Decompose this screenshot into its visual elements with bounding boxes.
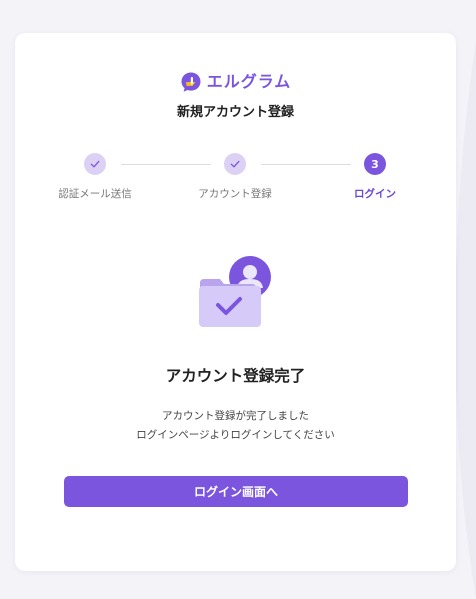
completion-message-line-1: アカウント登録が完了しました [162,410,309,422]
completion-message: アカウント登録が完了しました ログインページよりログインしてください [15,407,456,445]
step-3-label: ログイン [354,188,396,200]
completion-title: アカウント登録完了 [165,367,306,385]
check-icon [230,160,240,168]
step-1-indicator [84,153,106,175]
completion-message-line-2: ログインページよりログインしてください [136,429,335,441]
registration-card: エルグラム 新規アカウント登録 3 認証メール送信 アカウント登録 ログイン ア… [15,33,456,571]
page-title: 新規アカウント登録 [176,105,294,120]
brand-name: エルグラム [206,72,292,91]
step-connector-1 [121,164,211,165]
registration-stepper: 3 認証メール送信 アカウント登録 ログイン [15,153,456,203]
step-2-label: アカウント登録 [198,188,272,200]
step-connector-2 [261,164,351,165]
step-1-label: 認証メール送信 [58,188,132,200]
brand-logo: エルグラム [15,70,456,94]
check-icon [90,160,100,168]
user-folder-check-icon [199,256,271,327]
step-2-indicator [224,153,246,175]
chat-bubble-logo-icon [181,72,201,92]
step-3-indicator: 3 [364,153,386,175]
go-to-login-button[interactable]: ログイン画面へ [64,476,408,507]
